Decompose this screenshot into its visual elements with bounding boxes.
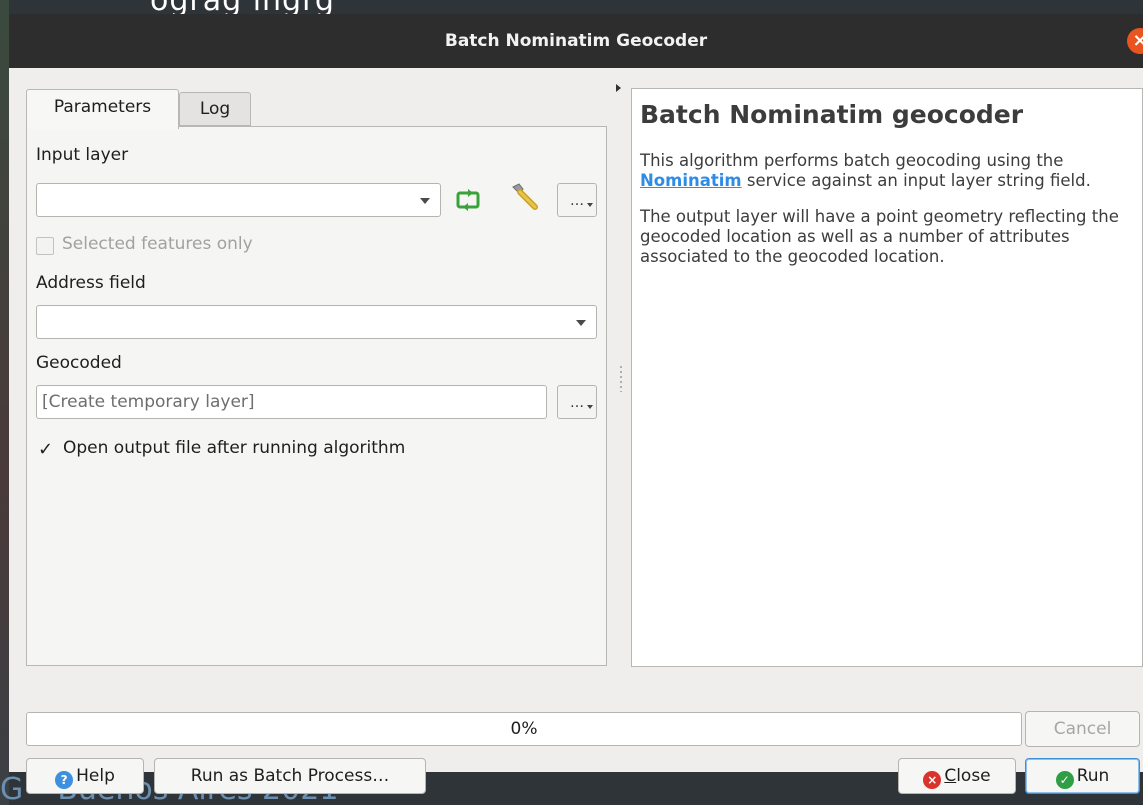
title-bar[interactable]: Batch Nominatim Geocoder × — [9, 14, 1143, 68]
address-field-combo[interactable] — [36, 305, 597, 339]
chevron-down-icon — [420, 198, 430, 204]
help-button[interactable]: ? Help — [26, 758, 144, 794]
help-output-description: The output layer will have a point geome… — [640, 207, 1119, 266]
open-output-label: Open output file after running algorithm — [63, 438, 406, 458]
close-button-label: lose — [956, 766, 991, 786]
input-layer-combo[interactable] — [36, 183, 441, 217]
address-field-label: Address field — [36, 273, 146, 293]
help-text-before-link: This algorithm performs batch geocoding … — [640, 151, 1064, 170]
geocoded-options-button[interactable]: … — [557, 385, 597, 419]
tab-log[interactable]: Log — [179, 92, 251, 126]
mini-chevron-down-icon — [587, 203, 593, 207]
help-button-label: Help — [76, 766, 115, 786]
help-panel: Batch Nominatim geocoder This algorithm … — [631, 88, 1143, 667]
help-icon: ? — [55, 771, 74, 789]
progress-text: 0% — [510, 719, 538, 739]
help-title: Batch Nominatim geocoder — [640, 100, 1024, 129]
run-button[interactable]: ✓ Run — [1025, 758, 1140, 794]
chevron-down-icon — [576, 320, 586, 326]
help-text-after-link: service against an input layer string fi… — [741, 171, 1091, 190]
geocoded-label: Geocoded — [36, 353, 122, 373]
collapse-arrow-icon[interactable] — [616, 84, 621, 92]
input-layer-options-button[interactable]: … — [557, 183, 597, 217]
geocoder-dialog: Batch Nominatim Geocoder × Parameters Lo… — [9, 14, 1143, 794]
open-output-checkbox[interactable]: ✓ — [38, 441, 53, 459]
help-description: This algorithm performs batch geocoding … — [640, 151, 1134, 191]
close-circle-icon: × — [923, 771, 942, 789]
selected-features-checkbox[interactable] — [36, 237, 54, 255]
input-layer-label: Input layer — [36, 145, 129, 165]
nominatim-link[interactable]: Nominatim — [640, 171, 742, 190]
refresh-icon[interactable] — [451, 183, 485, 217]
parameters-panel: Input layer … Selected features only Add… — [26, 126, 607, 666]
cancel-button[interactable]: Cancel — [1025, 711, 1140, 747]
window-title: Batch Nominatim Geocoder — [444, 31, 708, 51]
background-strip — [0, 0, 9, 805]
ellipsis-text: … — [570, 193, 584, 209]
run-as-batch-button[interactable]: Run as Batch Process… — [154, 758, 426, 794]
progress-bar: 0% — [26, 712, 1022, 746]
tab-parameters[interactable]: Parameters — [26, 89, 179, 129]
close-button[interactable]: × Close — [898, 758, 1016, 794]
ellipsis-text: … — [570, 395, 584, 411]
run-check-icon: ✓ — [1055, 771, 1074, 789]
run-button-label: Run — [1076, 766, 1110, 786]
geocoded-output-input[interactable]: [Create temporary layer] — [36, 385, 547, 419]
close-mnemonic: C — [944, 766, 957, 786]
splitter-handle[interactable] — [620, 366, 622, 392]
mini-chevron-down-icon — [587, 405, 593, 409]
selected-features-label: Selected features only — [62, 234, 253, 254]
wrench-icon[interactable] — [505, 179, 539, 213]
